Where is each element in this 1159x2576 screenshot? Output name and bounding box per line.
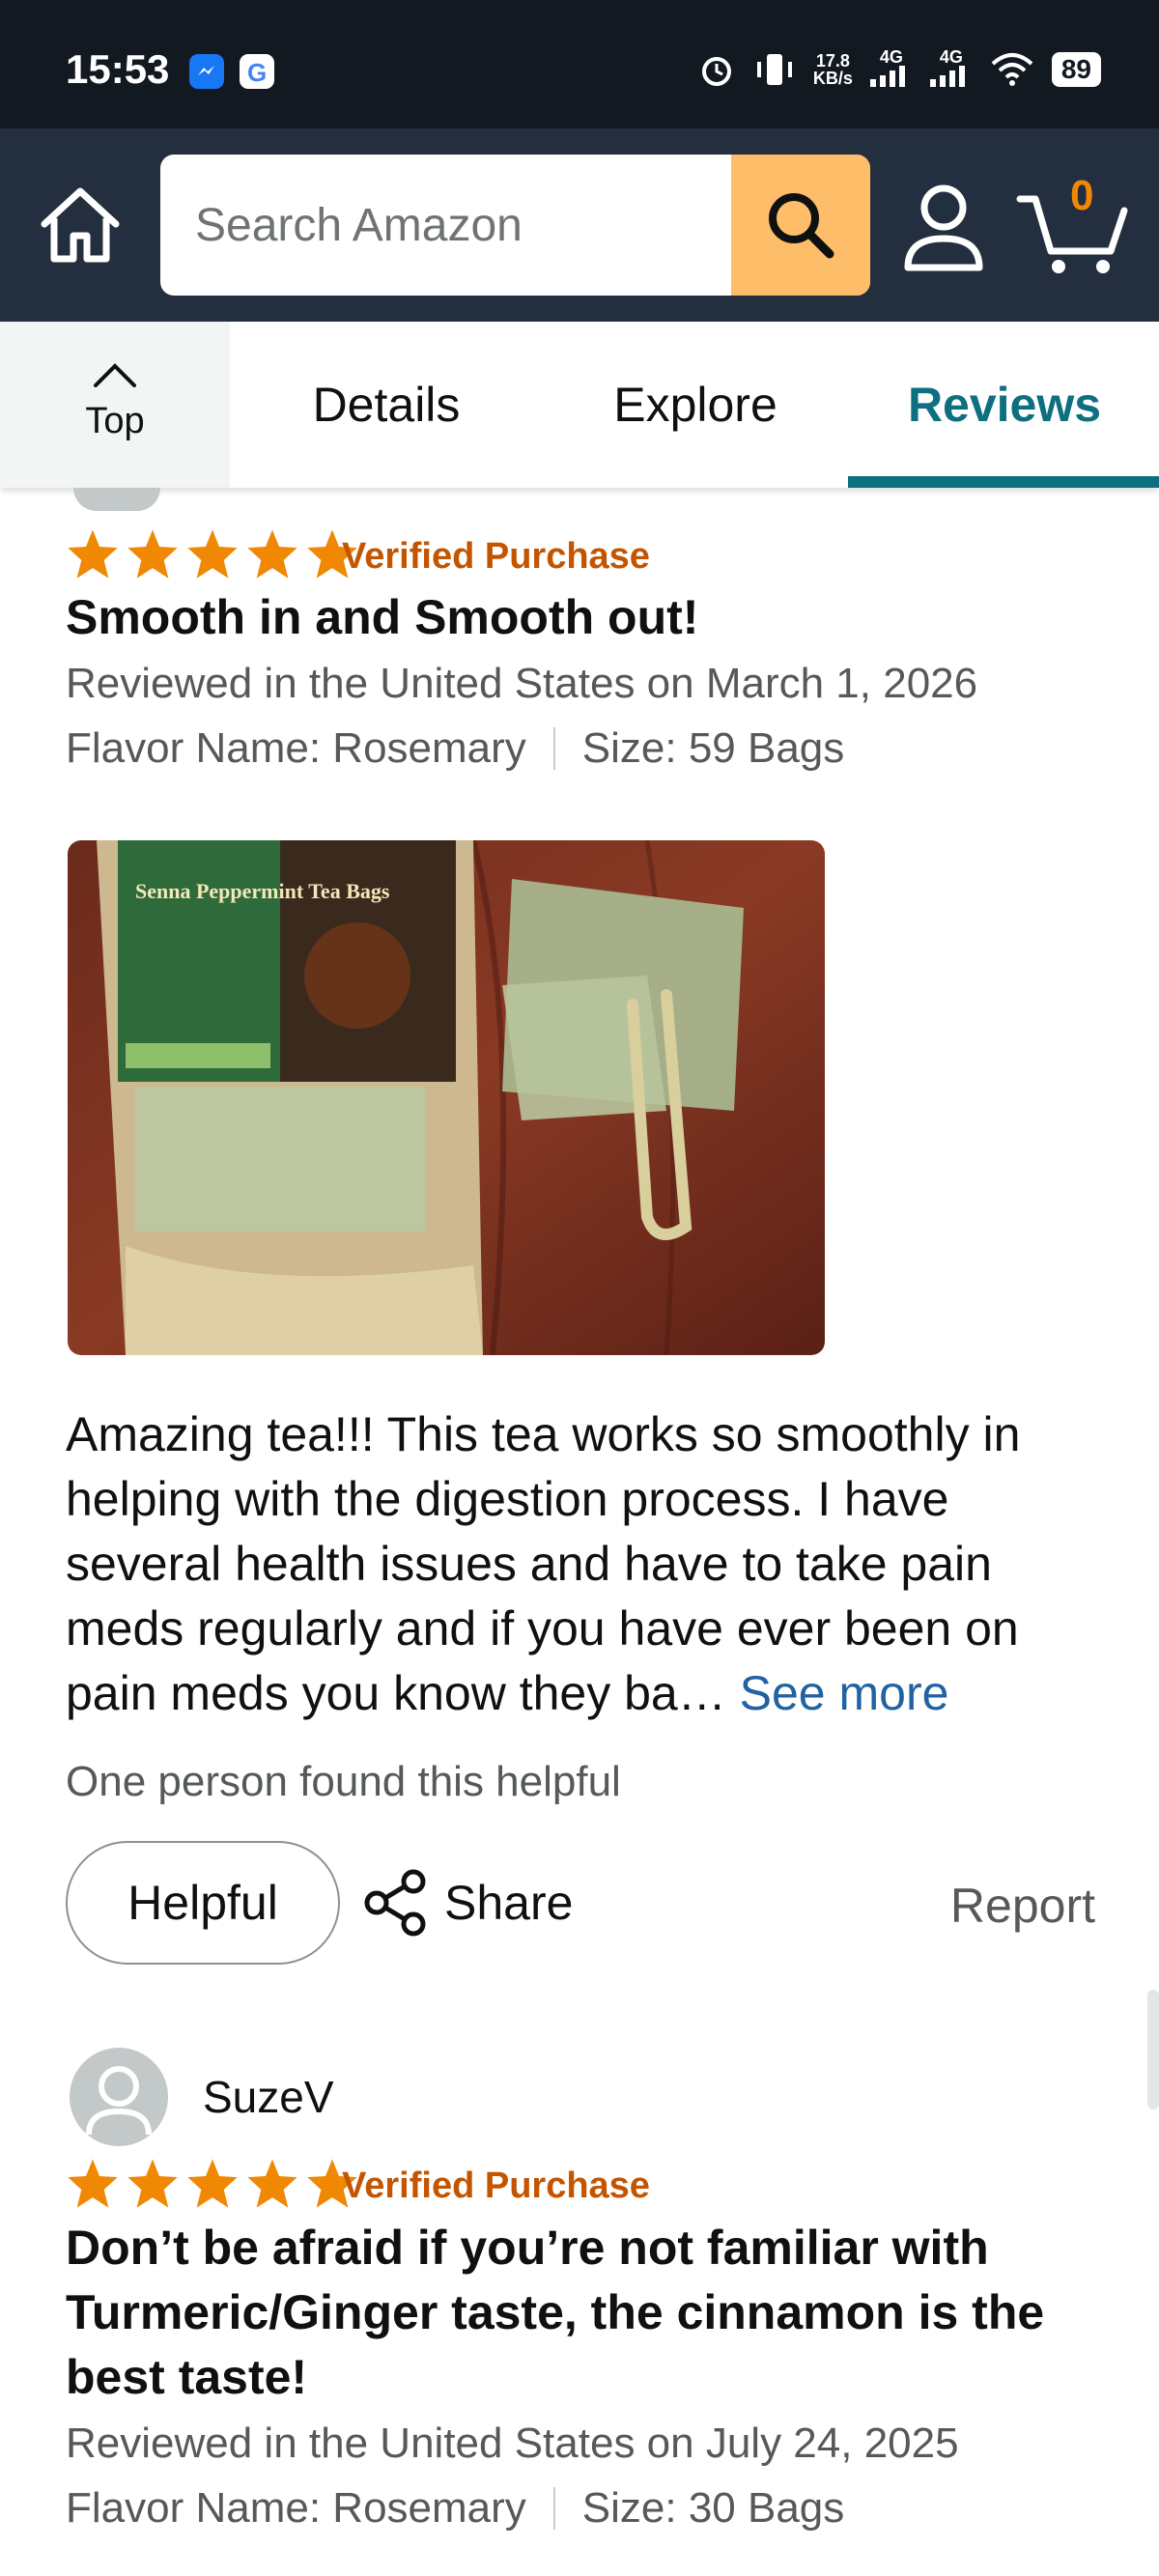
vibrate-icon bbox=[756, 53, 792, 85]
active-tab-indicator bbox=[848, 476, 1159, 488]
see-more-link[interactable]: See more bbox=[740, 1666, 949, 1720]
review-title: Don’t be afraid if you’re not familiar w… bbox=[66, 2221, 1045, 2404]
star-icon bbox=[247, 2159, 297, 2208]
scrollbar[interactable] bbox=[1147, 1990, 1159, 2109]
review-variant: Flavor Name: Rosemary Size: 30 Bags bbox=[66, 2484, 844, 2533]
messenger-icon bbox=[189, 54, 224, 89]
star-rating bbox=[66, 527, 359, 580]
divider bbox=[552, 727, 555, 770]
status-bar: 15:53 G 17.8 KB/s 4G 4G 89 bbox=[0, 0, 1159, 128]
divider bbox=[552, 2487, 555, 2530]
battery-indicator: 89 bbox=[1051, 51, 1101, 87]
share-icon bbox=[364, 1869, 426, 1937]
google-icon: G bbox=[240, 54, 274, 89]
review-variant: Flavor Name: Rosemary Size: 59 Bags bbox=[66, 724, 844, 773]
home-icon bbox=[41, 187, 120, 263]
tab-explore[interactable]: Explore bbox=[570, 322, 821, 488]
net-speed: 17.8 KB/s bbox=[812, 50, 853, 88]
avatar bbox=[73, 488, 160, 511]
review-date: Reviewed in the United States on July 24… bbox=[66, 2420, 959, 2467]
review-photo[interactable]: Senna Peppermint Tea Bags bbox=[68, 840, 825, 1355]
home-button[interactable] bbox=[37, 182, 124, 269]
search-input[interactable] bbox=[160, 155, 730, 296]
size-label: Size: 30 Bags bbox=[581, 2484, 845, 2532]
helpful-button[interactable]: Helpful bbox=[66, 1841, 340, 1965]
reviewer-name[interactable]: SuzeV bbox=[203, 2071, 334, 2123]
section-tabs: Top Details Explore Reviews bbox=[0, 322, 1159, 488]
search-icon bbox=[769, 193, 834, 259]
signal-2: 4G bbox=[929, 48, 973, 90]
person-icon bbox=[86, 2066, 152, 2136]
cart-button[interactable]: 0 bbox=[1016, 172, 1132, 278]
search-button[interactable] bbox=[731, 155, 870, 296]
account-button[interactable] bbox=[900, 179, 987, 275]
review-body: Amazing tea!!! This tea works so smoothl… bbox=[66, 1402, 1109, 1726]
search-bar bbox=[160, 155, 870, 296]
status-time: 15:53 bbox=[66, 46, 170, 92]
cart-count: 0 bbox=[1070, 172, 1094, 219]
star-icon bbox=[68, 529, 118, 579]
star-icon bbox=[127, 2159, 178, 2208]
flavor-label: Flavor Name: Rosemary bbox=[66, 724, 526, 772]
star-rating bbox=[66, 2157, 359, 2209]
star-icon bbox=[187, 529, 238, 579]
alarm-icon bbox=[701, 56, 731, 86]
svg-text:Senna Peppermint Tea Bags: Senna Peppermint Tea Bags bbox=[135, 879, 390, 903]
size-label: Size: 59 Bags bbox=[581, 724, 845, 772]
review-date: Reviewed in the United States on March 1… bbox=[66, 660, 978, 707]
verified-purchase-badge: Verified Purchase bbox=[342, 2166, 650, 2206]
person-icon bbox=[904, 184, 983, 271]
star-icon bbox=[127, 529, 178, 579]
helpful-count: One person found this helpful bbox=[66, 1758, 621, 1805]
status-icons: 17.8 KB/s 4G 4G 89 bbox=[697, 48, 1101, 90]
wifi-icon bbox=[991, 52, 1033, 86]
report-link[interactable]: Report bbox=[950, 1878, 1095, 1934]
signal-1: 4G bbox=[869, 48, 913, 90]
star-icon bbox=[187, 2159, 238, 2208]
tab-reviews[interactable]: Reviews bbox=[850, 322, 1159, 488]
avatar bbox=[70, 2048, 168, 2146]
verified-purchase-badge: Verified Purchase bbox=[342, 536, 650, 577]
share-label: Share bbox=[444, 1876, 574, 1930]
tab-top-label: Top bbox=[85, 401, 145, 441]
tab-top[interactable]: Top bbox=[0, 322, 230, 488]
flavor-label: Flavor Name: Rosemary bbox=[66, 2484, 526, 2532]
app-header: 0 bbox=[0, 128, 1159, 322]
tab-details[interactable]: Details bbox=[261, 322, 512, 488]
chevron-up-icon bbox=[94, 363, 136, 387]
svg-text:G: G bbox=[247, 58, 267, 87]
review-title: Smooth in and Smooth out! bbox=[66, 590, 699, 644]
star-icon bbox=[247, 529, 297, 579]
star-icon bbox=[68, 2159, 118, 2208]
share-button[interactable]: Share bbox=[361, 1864, 573, 1941]
